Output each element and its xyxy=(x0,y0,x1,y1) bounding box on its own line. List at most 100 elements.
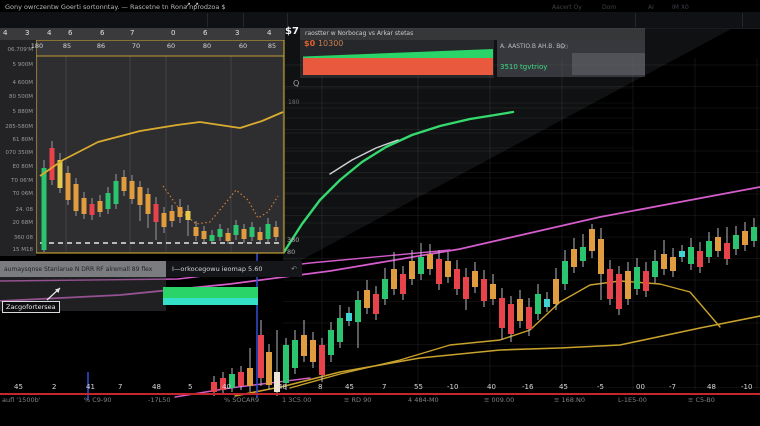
x-axis-tick: -10 xyxy=(741,383,752,391)
inset-top-ticks: 180 85 86 70 60 80 60 85 xyxy=(0,42,285,52)
inset-top-tick: 86 xyxy=(97,42,105,50)
x-axis-tick: 45 xyxy=(559,383,568,391)
price-label-top: $7 xyxy=(285,26,299,37)
ruler-tick: 3 xyxy=(25,29,29,37)
menu-item[interactable]: Dom xyxy=(602,4,616,11)
x-axis-tick: 41 xyxy=(86,383,95,391)
menu-item[interactable]: AI xyxy=(648,4,654,11)
ratio-amount: $0 10300 xyxy=(304,39,343,48)
gradient-bar-cyan xyxy=(163,298,258,305)
inset-right-label: 380 xyxy=(287,236,299,244)
stats-row-1: A. AASTIO.B AH.B. BO xyxy=(500,43,565,50)
x-axis-tick: 48 xyxy=(278,383,287,391)
ratio-panel-title: raostter w Norbocag vs Arkar stetas xyxy=(305,30,413,37)
x-axis-tick: 7 xyxy=(118,383,122,391)
x-axis-label: % SOCAR9 xyxy=(224,396,259,404)
callout-arrow-icon xyxy=(45,284,67,304)
ruler-tick: 4 xyxy=(267,29,271,37)
gradient-bar-green xyxy=(163,287,258,298)
ruler-tick: 6 xyxy=(68,29,72,37)
inset-price-label: 80 500M xyxy=(0,94,33,100)
long-ratio-bar xyxy=(303,49,493,58)
x-axis-tick: 2 xyxy=(52,383,56,391)
x-axis-label: L-1E5-00 xyxy=(618,396,647,404)
ratio-amount-value: 10300 xyxy=(318,39,343,48)
inset-price-label: 4 600M xyxy=(0,80,33,86)
stats-row-2: 3510 tgvtrioy xyxy=(500,63,547,71)
inset-top-tick: 180 xyxy=(31,42,43,50)
inset-price-label: 15 M18 xyxy=(0,247,33,253)
header-bar xyxy=(0,12,760,29)
ruler-tick: 0 xyxy=(171,29,175,37)
inset-right-label: 80 xyxy=(287,248,295,256)
inset-faint-label: 180 xyxy=(288,99,299,106)
short-ratio-bar xyxy=(303,58,493,75)
x-axis-tick: 45 xyxy=(345,383,354,391)
x-axis-tick: 40 xyxy=(222,383,231,391)
x-axis-label: -17L50 xyxy=(148,396,171,404)
x-axis-label: ≡ RD 90 xyxy=(344,396,371,404)
inset-price-label: T0 06'M xyxy=(0,178,33,184)
inset-price-label: 5 900M xyxy=(0,62,33,68)
ratio-amount-prefix: $0 xyxy=(304,39,315,48)
inset-top-tick: 60 xyxy=(167,42,175,50)
x-axis-tick: 55 xyxy=(414,383,423,391)
header-divider xyxy=(207,13,208,27)
ruler-tick: 6 xyxy=(203,29,207,37)
ruler-tick: 3 xyxy=(235,29,239,37)
x-axis-label: 1 3C5.00 xyxy=(282,396,311,404)
inset-top-tick: 80 xyxy=(203,42,211,50)
x-axis-tick: 8 xyxy=(318,383,322,391)
trend-arrows-icon: ↗ ↗ xyxy=(185,1,199,9)
inset-top-tick: 85 xyxy=(63,42,71,50)
inset-price-label: 070 350M xyxy=(0,150,33,156)
x-axis-tick: -10 xyxy=(447,383,458,391)
inset-price-label: 5 880M xyxy=(0,109,33,115)
x-axis-tick: 7 xyxy=(382,383,386,391)
inset-price-label: E0 80M xyxy=(0,164,33,170)
indicator-legend-label: aumaysqnse Stanlarue N DRR RF alremall 8… xyxy=(0,266,152,273)
x-axis-tick: 5 xyxy=(188,383,192,391)
x-axis-tick: -5 xyxy=(597,383,604,391)
indicator-legend-label-2: I—orkocegowu ieomap 5.60 xyxy=(166,265,263,273)
inset-price-label: T0 06M xyxy=(0,191,33,197)
inset-price-label: 24. 08 xyxy=(0,207,33,213)
header-divider xyxy=(742,13,743,27)
x-axis-label: aufl '1500b' xyxy=(2,396,41,404)
undo-icon[interactable]: ↶ xyxy=(291,265,302,273)
x-axis-label: ≡ 009.00 xyxy=(484,396,514,404)
inset-q-label: Q xyxy=(293,79,299,88)
ruler-tick: 6 xyxy=(100,29,104,37)
menu-item[interactable]: Aacert Oy xyxy=(552,4,582,11)
x-axis-tick: 00 xyxy=(636,383,645,391)
inset-top-tick: 70 xyxy=(132,42,140,50)
x-axis-tick: 48 xyxy=(707,383,716,391)
x-axis-tick: -7 xyxy=(669,383,676,391)
trading-app-screen: Gony owrczentw Goerti sortonntay. — Rasc… xyxy=(0,0,760,426)
inset-mini-chart[interactable] xyxy=(36,40,284,253)
ruler-tick: 4 xyxy=(3,29,7,37)
menu-item[interactable]: IM X0 xyxy=(672,4,689,11)
inset-top-tick: 60 xyxy=(239,42,247,50)
header-divider xyxy=(243,13,244,27)
top-ruler xyxy=(0,28,285,40)
x-axis-tick: -16 xyxy=(522,383,533,391)
inset-top-tick: 85 xyxy=(268,42,276,50)
indicator-legend-row[interactable]: aumaysqnse Stanlarue N DRR RF alremall 8… xyxy=(0,261,166,277)
x-axis-label: ≡ 168.N0 xyxy=(554,396,585,404)
ruler-tick: 7 xyxy=(130,29,134,37)
header-divider xyxy=(635,13,636,27)
x-axis-tick: 40 xyxy=(487,383,496,391)
indicator-legend-row-2[interactable]: I—orkocegowu ieomap 5.60 ↶ xyxy=(166,261,302,277)
x-axis-label: ≡ C5-B0 xyxy=(688,396,715,404)
header-divider xyxy=(287,13,288,27)
inset-price-label: 61 80M xyxy=(0,137,33,143)
x-axis-tick: 45 xyxy=(14,383,23,391)
x-axis-tick: 48 xyxy=(152,383,161,391)
x-axis-label: 4 484-M0 xyxy=(408,396,439,404)
ruler-tick: 4 xyxy=(47,29,51,37)
stats-panel-inner xyxy=(572,53,645,75)
inset-price-label: 360 08 xyxy=(0,235,33,241)
inset-price-label: 285-580M xyxy=(0,124,33,130)
x-axis-label: % C9-90 xyxy=(84,396,112,404)
